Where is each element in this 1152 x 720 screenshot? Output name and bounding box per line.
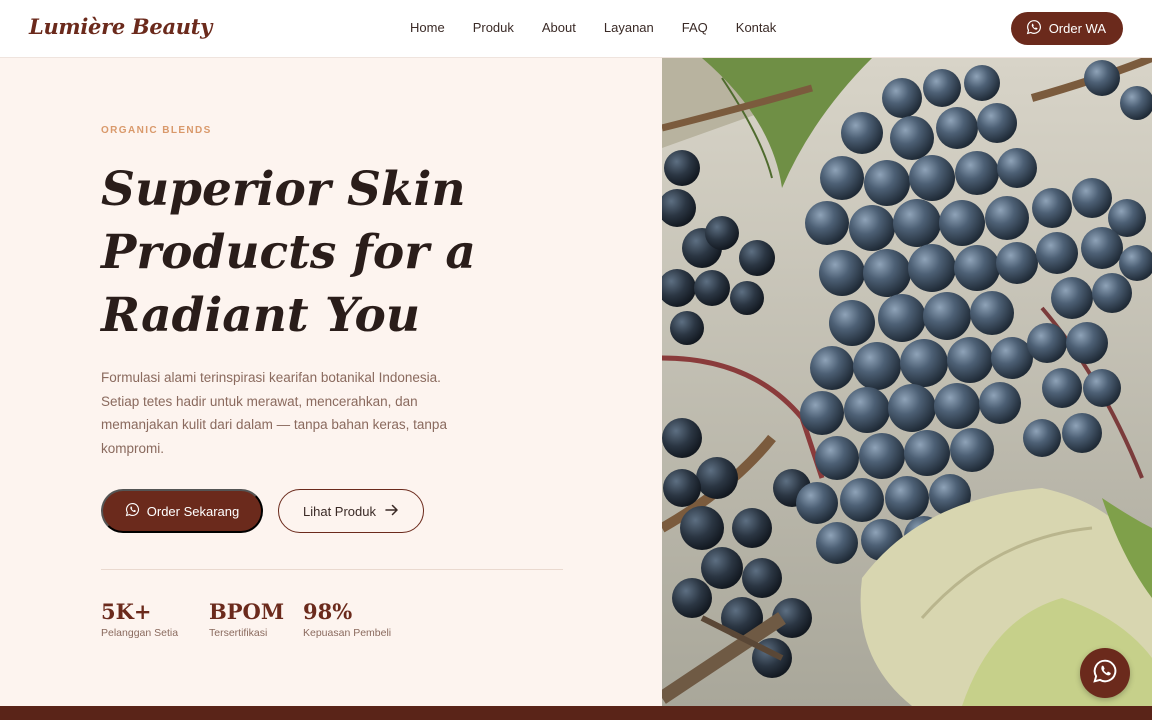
hero-grapes-image: [662, 58, 1152, 706]
lihat-produk-label: Lihat Produk: [303, 503, 376, 519]
stat-label: Pelanggan Setia: [101, 627, 179, 639]
footer-band: [0, 706, 1152, 720]
hero-section: ORGANIC BLENDS Superior Skin Products fo…: [0, 58, 662, 706]
stat-value: 5K+: [101, 599, 152, 624]
lihat-produk-button[interactable]: Lihat Produk: [278, 489, 424, 533]
stat-label: Kepuasan Pembeli: [303, 627, 392, 639]
headline-line-3: Radiant You: [101, 288, 420, 343]
headline-line-2: Products for a: [101, 225, 476, 280]
grapes-photo-illustration: [662, 58, 1152, 706]
nav-produk[interactable]: Produk: [473, 20, 514, 35]
nav-about[interactable]: About: [542, 20, 576, 35]
hero-headline: Superior Skin Products for a Radiant You: [101, 158, 521, 347]
stat-satisfaction: 98% Kepuasan Pembeli: [303, 599, 392, 640]
order-wa-label: Order WA: [1048, 21, 1106, 36]
headline-line-1: Superior Skin: [101, 162, 466, 217]
nav-kontak[interactable]: Kontak: [736, 20, 776, 35]
stat-value: 98%: [303, 599, 353, 624]
order-sekarang-label: Order Sekarang: [146, 503, 240, 519]
brand-logo[interactable]: Lumière Beauty: [29, 14, 212, 39]
stat-label: Tersertifikasi: [209, 627, 268, 639]
site-header: Lumière Beauty Home Produk About Layanan…: [0, 0, 1152, 58]
order-wa-button[interactable]: Order WA: [1010, 12, 1123, 45]
stat-value: BPOM: [209, 599, 285, 624]
nav-faq[interactable]: FAQ: [682, 20, 708, 35]
hero-description: Formulasi alami terinspirasi kearifan bo…: [101, 370, 447, 456]
floating-whatsapp-button[interactable]: [1080, 648, 1130, 698]
hero-divider: [101, 569, 563, 570]
whatsapp-icon: [1026, 19, 1042, 38]
order-sekarang-button[interactable]: Order Sekarang: [101, 489, 263, 533]
whatsapp-icon: [125, 502, 140, 520]
arrow-right-icon: [385, 504, 399, 519]
main-nav: Home Produk About Layanan FAQ Kontak: [410, 20, 804, 35]
whatsapp-icon: [1092, 658, 1118, 689]
stat-bpom: BPOM Tersertifikasi: [209, 599, 285, 640]
hero-eyebrow: ORGANIC BLENDS: [101, 125, 212, 136]
nav-home[interactable]: Home: [410, 20, 445, 35]
stat-customers: 5K+ Pelanggan Setia: [101, 599, 179, 640]
nav-layanan[interactable]: Layanan: [604, 20, 654, 35]
